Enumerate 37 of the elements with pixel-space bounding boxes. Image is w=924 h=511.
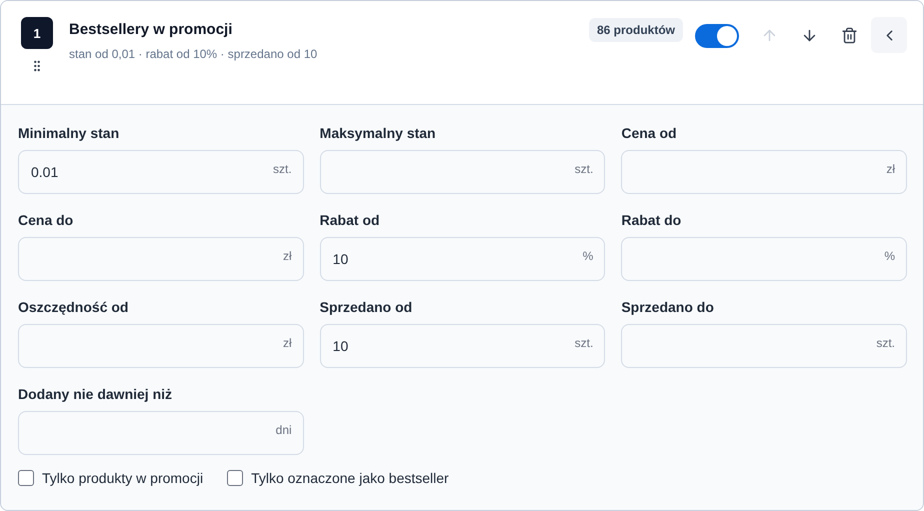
unit-label: szt. [876, 336, 895, 350]
unit-label: dni [276, 423, 292, 437]
trash-icon [840, 26, 858, 44]
number-input-field[interactable] [320, 150, 606, 194]
field-label: Cena od [621, 125, 678, 141]
rule-summary: stan od 0,01 · rabat od 10% · sprzedano od 10 [69, 47, 318, 61]
unit-label: szt. [574, 336, 594, 350]
field-label: Sprzedano od [320, 299, 414, 315]
rule-number: 1 [21, 17, 53, 49]
rule-title: Bestsellery w promocji [69, 21, 234, 38]
enable-toggle[interactable] [695, 24, 739, 48]
field-label: Sprzedano do [621, 299, 715, 315]
checkbox-label: Tylko oznaczone jako bestseller [251, 470, 449, 486]
number-input-field[interactable] [621, 324, 907, 368]
product-count: 86 produktów [588, 18, 683, 42]
number-input-field[interactable] [18, 411, 304, 455]
field-label: Maksymalny stan [320, 125, 437, 141]
field-label: Cena do [18, 212, 74, 228]
checkbox-label: Tylko produkty w promocji [42, 470, 204, 486]
number-input-field[interactable] [621, 237, 907, 281]
unit-label: % [582, 249, 594, 263]
field-label: Minimalny stan [18, 125, 120, 141]
unit-label: zł [282, 249, 292, 263]
unit-label: szt. [574, 162, 594, 176]
number-input-field[interactable] [621, 150, 907, 194]
unit-label: szt. [272, 162, 292, 176]
checkbox[interactable] [227, 470, 244, 486]
unit-label: % [884, 249, 895, 263]
number-input-field[interactable] [18, 237, 304, 281]
unit-label: zł [282, 336, 292, 350]
field-label: Dodany nie dawniej niż [18, 386, 174, 402]
unit-label: zł [886, 162, 895, 176]
field-label: Oszczędność od [18, 299, 130, 315]
number-input-field[interactable] [18, 324, 304, 368]
field-label: Rabat od [320, 212, 381, 228]
field-label: Rabat do [621, 212, 682, 228]
checkbox[interactable] [18, 470, 34, 486]
